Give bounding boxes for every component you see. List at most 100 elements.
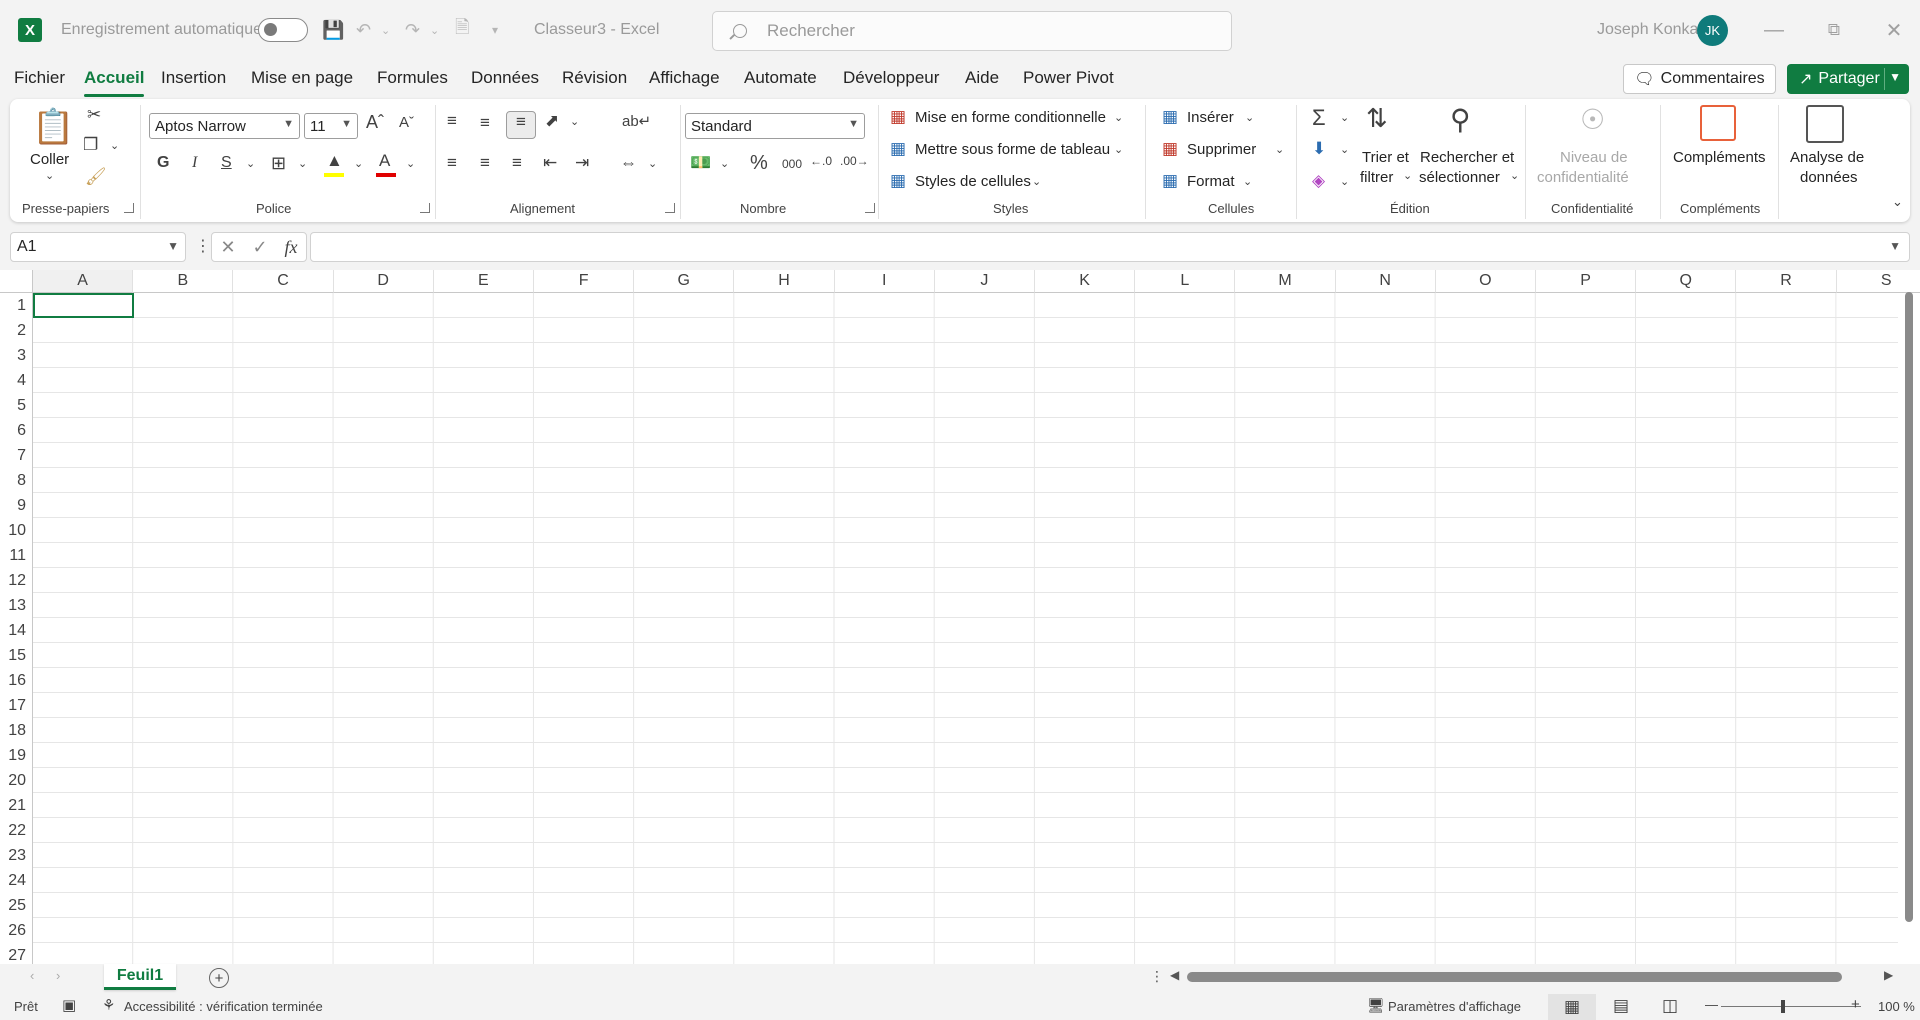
fill-dropdown-icon[interactable]: ⌄	[1340, 143, 1349, 156]
chevron-down-icon[interactable]: ⌄	[1403, 169, 1412, 182]
align-right-icon[interactable]: ≡	[512, 153, 522, 173]
insert-button[interactable]: Insérer	[1187, 109, 1234, 126]
row-header[interactable]: 24	[0, 868, 33, 893]
clear-icon[interactable]: ◈	[1312, 171, 1325, 191]
conditional-format-button[interactable]: Mise en forme conditionnelle	[915, 109, 1106, 126]
column-header[interactable]: L	[1135, 270, 1236, 293]
row-header[interactable]: 13	[0, 593, 33, 618]
collapse-ribbon-icon[interactable]: ⌄	[1892, 194, 1903, 210]
sort-filter-label-1[interactable]: Trier et	[1362, 149, 1409, 166]
row-header[interactable]: 14	[0, 618, 33, 643]
merge-dropdown-icon[interactable]: ⌄	[648, 157, 657, 170]
data-analysis-label-2[interactable]: données	[1800, 169, 1858, 186]
row-header[interactable]: 2	[0, 318, 33, 343]
underline-dropdown-icon[interactable]: ⌄	[246, 157, 255, 170]
row-header[interactable]: 22	[0, 818, 33, 843]
customize-qat-icon[interactable]: ▾	[492, 0, 498, 60]
row-header[interactable]: 15	[0, 643, 33, 668]
cancel-icon[interactable]: ✕	[220, 237, 235, 258]
redo-dropdown-icon[interactable]: ⌄	[430, 0, 439, 60]
insert-function-icon[interactable]: fx	[285, 237, 298, 258]
borders-dropdown-icon[interactable]: ⌄	[298, 157, 307, 170]
page-layout-view-icon[interactable]: ▤	[1613, 996, 1629, 1016]
bold-button[interactable]: G	[157, 154, 169, 172]
tab-developpeur[interactable]: Développeur	[843, 68, 939, 88]
add-sheet-icon[interactable]: +	[209, 968, 229, 988]
zoom-slider[interactable]	[1721, 1006, 1861, 1007]
chevron-down-icon[interactable]: ⌄	[1510, 169, 1519, 182]
chevron-down-icon[interactable]: ⌄	[1114, 111, 1123, 124]
cell-area[interactable]	[33, 293, 1898, 964]
new-file-icon[interactable]: 🗎	[455, 0, 469, 60]
column-header[interactable]: O	[1435, 270, 1536, 293]
column-header[interactable]: H	[734, 270, 835, 293]
fill-color-icon[interactable]: ▲	[326, 151, 343, 171]
column-header[interactable]: K	[1035, 270, 1136, 293]
zoom-slider-thumb[interactable]	[1781, 1000, 1785, 1013]
increase-indent-icon[interactable]: ⇥	[575, 153, 589, 173]
cut-icon[interactable]: ✂	[87, 105, 101, 125]
chevron-down-icon[interactable]: ▼	[1889, 239, 1901, 253]
thousands-separator-icon[interactable]: 000	[782, 157, 802, 171]
row-header[interactable]: 23	[0, 843, 33, 868]
align-center-icon[interactable]: ≡	[480, 153, 490, 173]
tab-aide[interactable]: Aide	[965, 68, 999, 88]
row-header[interactable]: 17	[0, 693, 33, 718]
align-middle-icon[interactable]: ≡	[480, 113, 490, 133]
underline-button[interactable]: S	[221, 154, 232, 172]
paste-icon[interactable]: 📋	[32, 107, 74, 147]
accounting-format-icon[interactable]: 💵	[690, 153, 711, 173]
prev-sheet-icon[interactable]: ‹	[30, 968, 34, 983]
row-header[interactable]: 16	[0, 668, 33, 693]
format-as-table-button[interactable]: Mettre sous forme de tableau	[915, 141, 1110, 158]
wrap-text-icon[interactable]: ab↵	[622, 112, 651, 130]
chevron-down-icon[interactable]: ⌄	[1032, 175, 1041, 188]
column-header[interactable]: J	[934, 270, 1035, 293]
number-format-select[interactable]: Standard ▼	[685, 113, 865, 139]
formula-input[interactable]: ▼	[310, 232, 1910, 262]
row-header[interactable]: 19	[0, 743, 33, 768]
column-header[interactable]: R	[1736, 270, 1837, 293]
enter-icon[interactable]: ✓	[253, 237, 268, 258]
chevron-down-icon[interactable]: ⌄	[1243, 175, 1252, 188]
increase-font-icon[interactable]: Aˆ	[366, 112, 384, 133]
page-break-view-icon[interactable]: ◫	[1662, 996, 1678, 1016]
font-size-select[interactable]: 11 ▼	[304, 113, 358, 139]
orientation-icon[interactable]: ⬈	[545, 111, 559, 131]
copy-icon[interactable]: ❐	[83, 135, 98, 155]
font-color-icon[interactable]: A	[379, 151, 390, 171]
save-icon[interactable]: 💾	[322, 0, 344, 60]
tab-accueil[interactable]: Accueil	[84, 68, 145, 97]
orientation-dropdown-icon[interactable]: ⌄	[570, 115, 579, 128]
copy-dropdown-icon[interactable]: ⌄	[110, 139, 119, 152]
decrease-decimal-icon[interactable]: .00→	[840, 154, 869, 168]
horizontal-scroll-thumb[interactable]	[1187, 972, 1842, 982]
column-header[interactable]: E	[433, 270, 534, 293]
addins-button[interactable]: Compléments	[1673, 149, 1766, 166]
share-button[interactable]: ↗ Partager ▼	[1787, 64, 1909, 94]
format-painter-icon[interactable]: 🖌	[85, 167, 107, 187]
autosum-icon[interactable]: Σ	[1312, 105, 1326, 131]
tab-affichage[interactable]: Affichage	[649, 68, 720, 88]
number-launcher-icon[interactable]	[865, 203, 875, 213]
scroll-left-icon[interactable]: ◀	[1170, 968, 1179, 982]
autosum-dropdown-icon[interactable]: ⌄	[1340, 111, 1349, 124]
merge-center-icon[interactable]: ⇔	[620, 153, 637, 173]
row-header[interactable]: 12	[0, 568, 33, 593]
tab-revision[interactable]: Révision	[562, 68, 627, 88]
redo-icon[interactable]: ↷	[405, 0, 420, 60]
row-header[interactable]: 9	[0, 493, 33, 518]
undo-icon[interactable]: ↶	[356, 0, 371, 60]
row-header[interactable]: 18	[0, 718, 33, 743]
find-select-label-1[interactable]: Rechercher et	[1420, 149, 1514, 166]
column-header[interactable]: N	[1335, 270, 1436, 293]
font-launcher-icon[interactable]	[420, 203, 430, 213]
column-header[interactable]: P	[1536, 270, 1637, 293]
row-header[interactable]: 6	[0, 418, 33, 443]
tab-formules[interactable]: Formules	[377, 68, 448, 88]
row-header[interactable]: 27	[0, 943, 33, 964]
fill-icon[interactable]: ⬇	[1312, 139, 1326, 159]
align-bottom-icon[interactable]: ≡	[506, 111, 536, 139]
row-header[interactable]: 25	[0, 893, 33, 918]
row-header[interactable]: 21	[0, 793, 33, 818]
